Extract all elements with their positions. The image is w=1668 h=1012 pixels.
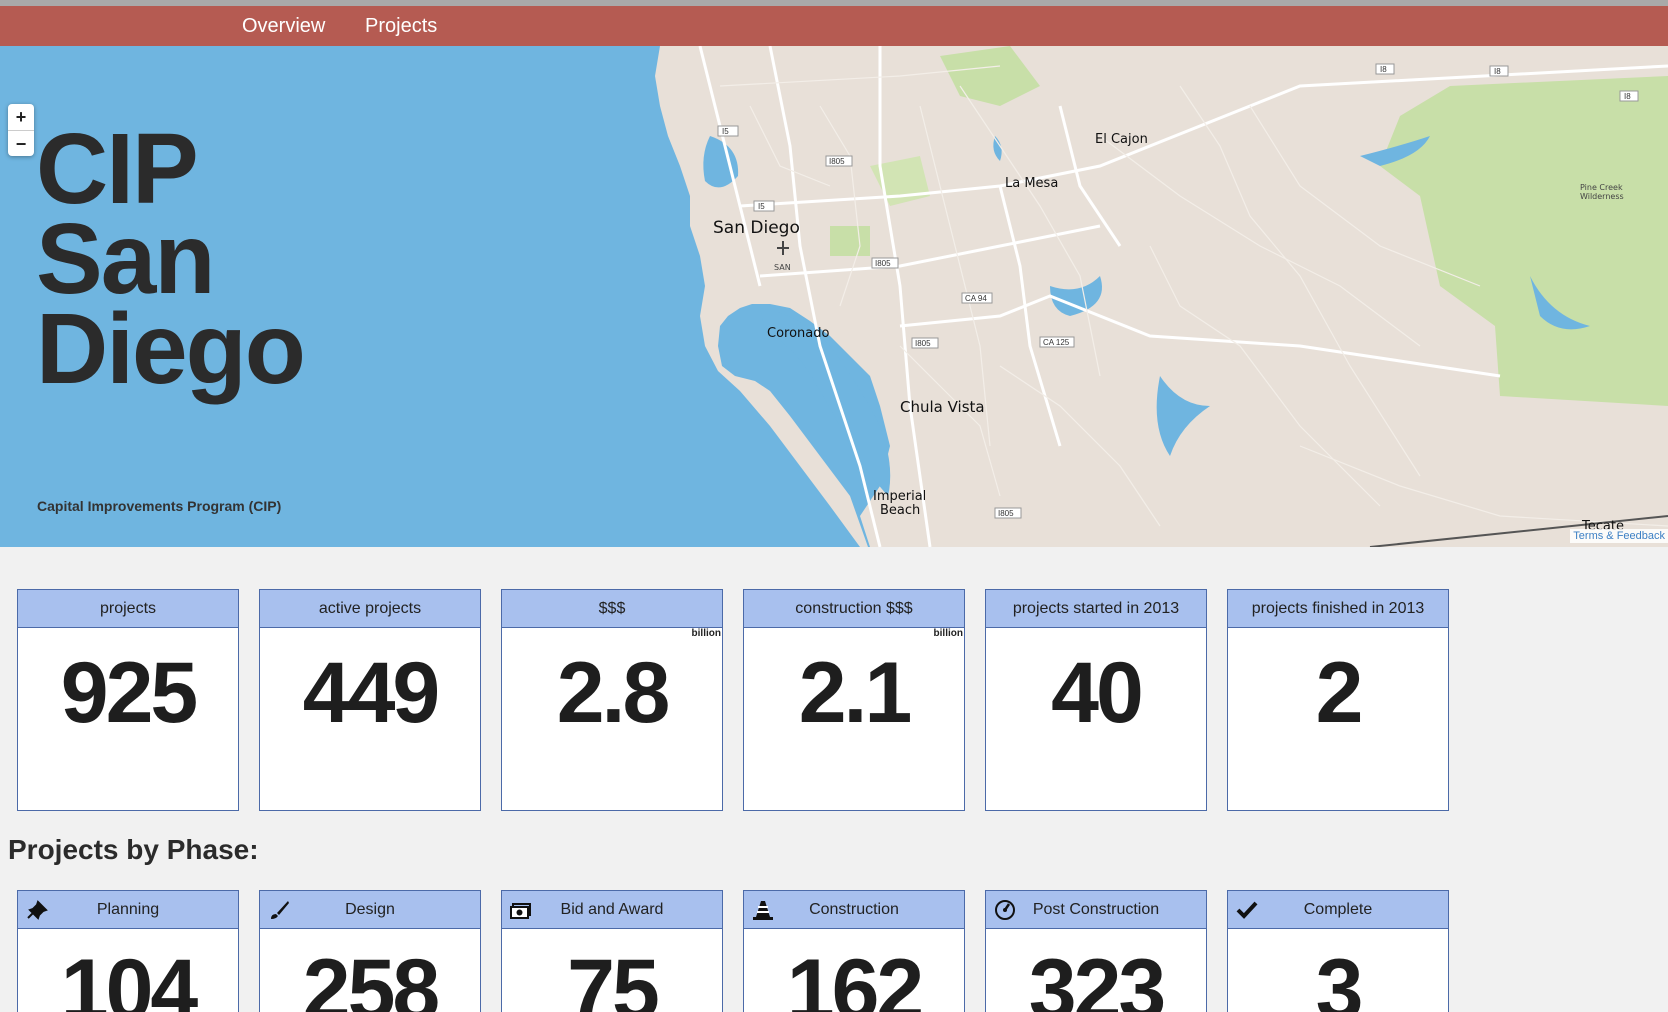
shield-ca94: CA 94 [965, 294, 987, 303]
phases-heading: Projects by Phase: [8, 834, 259, 865]
phase-header: Planning [18, 891, 238, 929]
label-el-cajon: El Cajon [1095, 132, 1148, 147]
hero-subtitle: Capital Improvements Program (CIP) [37, 498, 282, 514]
label-chula-vista: Chula Vista [900, 398, 985, 416]
shield-i8b: I8 [1494, 67, 1501, 76]
map[interactable]: I5 I5 I805 I805 I805 I805 CA 94 CA 125 I… [0, 46, 1668, 547]
phase-card-design[interactable]: Design 258 [259, 890, 481, 1012]
stat-card-active-projects: active projects 449 [259, 589, 481, 811]
checkmark-icon [1236, 901, 1258, 919]
pushpin-icon [27, 900, 48, 920]
phase-card-post-construction[interactable]: Post Construction 323 [985, 890, 1207, 1012]
stat-label: $$$ [502, 590, 722, 628]
phase-header: Bid and Award [502, 891, 722, 929]
label-san-diego: San Diego [713, 218, 800, 238]
stat-card-projects: projects 925 [17, 589, 239, 811]
phase-header: Post Construction [986, 891, 1206, 929]
traffic-cone-icon [753, 901, 773, 920]
stat-card-finished-2013: projects finished in 2013 2 [1227, 589, 1449, 811]
stat-label: projects finished in 2013 [1228, 590, 1448, 628]
stat-label: projects started in 2013 [986, 590, 1206, 628]
shield-i8a: I8 [1380, 65, 1387, 74]
hero-title-line-2: San [36, 203, 215, 315]
phase-label: Bid and Award [560, 901, 664, 918]
label-wilderness: Wilderness [1580, 192, 1624, 201]
phase-header: Design [260, 891, 480, 929]
label-airport: SAN [774, 263, 791, 272]
label-pine-creek: Pine Creek [1580, 183, 1623, 192]
stat-unit: billion [691, 628, 721, 639]
hero-title-line-1: CIP [36, 113, 199, 225]
stat-value: 925 [60, 645, 199, 741]
shield-i8c: I8 [1624, 92, 1631, 101]
phase-card-bid-and-award[interactable]: Bid and Award 75 [501, 890, 723, 1012]
navbar: Overview Projects [0, 6, 1668, 46]
zoom-out-button[interactable]: − [8, 130, 34, 156]
stat-card-budget: $$$ billion 2.8 [501, 589, 723, 811]
hero-title-line-3: Diego [36, 293, 306, 405]
label-beach: Beach [880, 503, 920, 518]
phase-card-complete[interactable]: Complete 3 [1227, 890, 1449, 1012]
phase-value: 258 [302, 942, 441, 1012]
phase-value: 75 [567, 942, 660, 1012]
phase-value: 162 [786, 942, 925, 1012]
nav-projects-link[interactable]: Projects [365, 6, 437, 46]
phase-label: Post Construction [1032, 901, 1160, 918]
zoom-control: + − [8, 104, 34, 156]
phase-value: 323 [1028, 942, 1167, 1012]
stat-card-construction-budget: construction $$$ billion 2.1 [743, 589, 965, 811]
phase-header: Construction [744, 891, 964, 929]
stat-value: 2.8 [556, 645, 671, 741]
phase-label: Construction [809, 901, 899, 918]
stat-value: 449 [302, 645, 441, 741]
stat-value: 2.1 [798, 645, 913, 741]
stat-label: construction $$$ [744, 590, 964, 628]
stat-label: active projects [260, 590, 480, 628]
stat-card-started-2013: projects started in 2013 40 [985, 589, 1207, 811]
shield-i805c: I805 [915, 339, 931, 348]
phase-label: Complete [1303, 901, 1373, 918]
dashboard-icon [995, 900, 1015, 920]
shield-ca125: CA 125 [1043, 338, 1070, 347]
stat-value: 2 [1315, 645, 1364, 741]
stat-unit: billion [933, 628, 963, 639]
hero-title: CIP San Diego [36, 113, 306, 405]
shield-i805a: I805 [829, 157, 845, 166]
label-la-mesa: La Mesa [1005, 176, 1058, 191]
phase-header: Complete [1228, 891, 1448, 929]
phase-value: 104 [60, 942, 199, 1012]
map-green-park [830, 226, 870, 256]
label-coronado: Coronado [767, 326, 830, 341]
phase-label: Design [345, 901, 395, 918]
phase-value: 3 [1315, 942, 1364, 1012]
stat-label: projects [18, 590, 238, 628]
zoom-in-button[interactable]: + [8, 104, 34, 130]
label-imperial: Imperial [873, 489, 926, 504]
paintbrush-icon [271, 901, 289, 919]
shield-i805d: I805 [998, 509, 1014, 518]
phase-label: Planning [96, 901, 160, 918]
phase-card-planning[interactable]: Planning 104 [17, 890, 239, 1012]
shield-i805b: I805 [875, 259, 891, 268]
stat-value: 40 [1051, 645, 1144, 741]
phase-card-construction[interactable]: Construction 162 [743, 890, 965, 1012]
shield-i5a: I5 [722, 127, 729, 136]
shield-i5b: I5 [758, 202, 765, 211]
nav-overview-link[interactable]: Overview [242, 6, 325, 46]
map-attribution-link[interactable]: Terms & Feedback [1570, 529, 1668, 543]
money-icon [510, 903, 531, 919]
